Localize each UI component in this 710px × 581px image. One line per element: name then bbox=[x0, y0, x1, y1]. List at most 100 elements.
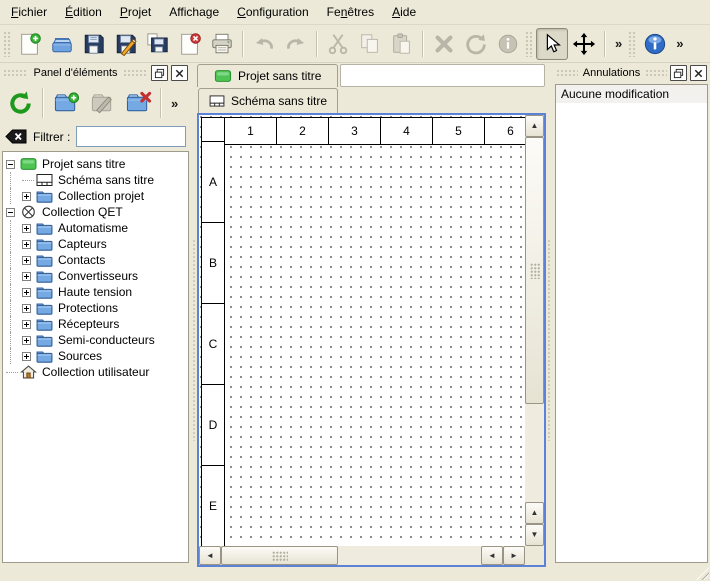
delete-button[interactable] bbox=[428, 28, 460, 60]
schema-icon bbox=[36, 173, 53, 187]
vertical-scrollbar[interactable]: ▲ ▲ ▼ bbox=[525, 115, 544, 546]
scroll-left-button-2[interactable]: ◄ bbox=[481, 546, 503, 565]
properties-button[interactable] bbox=[492, 28, 524, 60]
tree-expander-plus[interactable] bbox=[22, 256, 31, 265]
menu-projet[interactable]: Projet bbox=[111, 2, 160, 22]
clear-filter-button[interactable] bbox=[5, 129, 27, 144]
tree-item-automatisme[interactable]: Automatisme bbox=[3, 220, 188, 236]
close-panel-button[interactable] bbox=[690, 65, 707, 81]
tab-project[interactable]: Projet sans titre bbox=[197, 64, 338, 87]
scroll-left-button[interactable]: ◄ bbox=[199, 546, 221, 565]
menu-fichier[interactable]: Fichier bbox=[2, 2, 56, 22]
save-button[interactable] bbox=[78, 28, 110, 60]
tree-expander-plus[interactable] bbox=[22, 288, 31, 297]
save-as-button[interactable] bbox=[110, 28, 142, 60]
vertical-scroll-thumb[interactable] bbox=[525, 137, 544, 404]
tree-item-contacts[interactable]: Contacts bbox=[3, 252, 188, 268]
folder-delete-button[interactable] bbox=[120, 85, 156, 121]
tree-item-convertisseurs[interactable]: Convertisseurs bbox=[3, 268, 188, 284]
close-panel-button[interactable] bbox=[171, 65, 188, 81]
toolbar-drag-handle[interactable] bbox=[525, 31, 533, 57]
folder-delete-icon bbox=[125, 90, 152, 117]
scroll-right-button[interactable]: ► bbox=[503, 546, 525, 565]
folder-edit-button[interactable] bbox=[84, 85, 120, 121]
select-tool-button[interactable] bbox=[536, 28, 568, 60]
scroll-up-button-2[interactable]: ▲ bbox=[525, 502, 544, 524]
tree-expander-plus[interactable] bbox=[22, 304, 31, 313]
float-panel-button[interactable] bbox=[151, 65, 168, 81]
float-panel-button[interactable] bbox=[670, 65, 687, 81]
tree-expander-minus[interactable] bbox=[6, 160, 15, 169]
tree-item-collection-projet[interactable]: Collection projet bbox=[3, 188, 188, 204]
menu-configuration[interactable]: Configuration bbox=[228, 2, 318, 22]
menu-fen-tres[interactable]: Fenêtres bbox=[318, 2, 383, 22]
refresh-button[interactable] bbox=[2, 85, 38, 121]
scroll-up-button[interactable]: ▲ bbox=[525, 115, 544, 137]
drag-handle-texture[interactable] bbox=[645, 69, 667, 77]
cut-button[interactable] bbox=[322, 28, 354, 60]
copy-button[interactable] bbox=[354, 28, 386, 60]
tree-item-semi-conducteurs[interactable]: Semi-conducteurs bbox=[3, 332, 188, 348]
rotate-button[interactable] bbox=[460, 28, 492, 60]
folder-new-button[interactable] bbox=[48, 85, 84, 121]
save-all-button[interactable] bbox=[142, 28, 174, 60]
save-all-icon bbox=[146, 32, 170, 56]
drag-handle-texture[interactable] bbox=[3, 69, 28, 77]
vertical-scroll-track[interactable] bbox=[525, 404, 544, 502]
horizontal-scroll-thumb[interactable] bbox=[221, 546, 338, 565]
tree-expander-minus[interactable] bbox=[6, 208, 15, 217]
drag-handle-texture[interactable] bbox=[556, 69, 578, 77]
undo-panel-titlebar[interactable]: Annulations bbox=[553, 63, 710, 83]
tree-item-sch-ma-sans-titre[interactable]: Schéma sans titre bbox=[3, 172, 188, 188]
tree-expander-plus[interactable] bbox=[22, 224, 31, 233]
schema-canvas[interactable]: 123456 ABCDE bbox=[199, 115, 525, 546]
main-area: Panel d'éléments » Filtrer : Projet sans… bbox=[0, 63, 710, 567]
tree-item-projet-sans-titre[interactable]: Projet sans titre bbox=[3, 156, 188, 172]
scroll-down-button[interactable]: ▼ bbox=[525, 524, 544, 546]
undo-history-item[interactable]: Aucune modification bbox=[556, 85, 707, 103]
tree-item-haute-tension[interactable]: Haute tension bbox=[3, 284, 188, 300]
about-button[interactable] bbox=[639, 28, 671, 60]
toolbar-drag-handle[interactable] bbox=[3, 31, 11, 57]
close-document-button[interactable] bbox=[174, 28, 206, 60]
toolbar-overflow-button[interactable]: » bbox=[610, 36, 627, 51]
redo-button[interactable] bbox=[280, 28, 312, 60]
tree-item-collection-qet[interactable]: Collection QET bbox=[3, 204, 188, 220]
tab-schema[interactable]: Schéma sans titre bbox=[198, 88, 338, 113]
paste-button[interactable] bbox=[386, 28, 418, 60]
right-splitter[interactable] bbox=[546, 63, 553, 567]
menu-dition[interactable]: Édition bbox=[56, 2, 111, 22]
tree-item-r-cepteurs[interactable]: Récepteurs bbox=[3, 316, 188, 332]
menu-affichage[interactable]: Affichage bbox=[160, 2, 228, 22]
undo-button[interactable] bbox=[248, 28, 280, 60]
tree-item-protections[interactable]: Protections bbox=[3, 300, 188, 316]
move-tool-button[interactable] bbox=[568, 28, 600, 60]
save-as-icon bbox=[114, 32, 138, 56]
toolbar-drag-handle[interactable] bbox=[628, 31, 636, 57]
toolbar-overflow-button[interactable]: » bbox=[166, 96, 183, 111]
tree-expander-plus[interactable] bbox=[22, 320, 31, 329]
tree-expander-plus[interactable] bbox=[22, 272, 31, 281]
horizontal-scrollbar[interactable]: ◄ ◄ ► bbox=[199, 546, 525, 565]
refresh-icon bbox=[7, 90, 34, 117]
tree-expander-plus[interactable] bbox=[22, 352, 31, 361]
new-document-button[interactable] bbox=[14, 28, 46, 60]
drag-handle-texture[interactable] bbox=[123, 69, 148, 77]
tree-expander-plus[interactable] bbox=[22, 336, 31, 345]
menu-aide[interactable]: Aide bbox=[383, 2, 425, 22]
elements-panel-titlebar[interactable]: Panel d'éléments bbox=[0, 63, 191, 83]
open-document-button[interactable] bbox=[46, 28, 78, 60]
print-button[interactable] bbox=[206, 28, 238, 60]
tree-item-sources[interactable]: Sources bbox=[3, 348, 188, 364]
resize-grip[interactable] bbox=[696, 567, 709, 580]
toolbar-overflow-button[interactable]: » bbox=[671, 36, 688, 51]
tree-item-capteurs[interactable]: Capteurs bbox=[3, 236, 188, 252]
undo-panel-title: Annulations bbox=[581, 67, 643, 79]
tree-expander-plus[interactable] bbox=[22, 240, 31, 249]
tree-expander-plus[interactable] bbox=[22, 192, 31, 201]
filter-input[interactable] bbox=[76, 126, 186, 147]
tree-item-collection-utilisateur[interactable]: Collection utilisateur bbox=[3, 364, 188, 380]
horizontal-scroll-track[interactable] bbox=[338, 546, 481, 565]
left-splitter[interactable] bbox=[191, 63, 197, 567]
schema-tab-bar: Schéma sans titre bbox=[197, 87, 546, 113]
